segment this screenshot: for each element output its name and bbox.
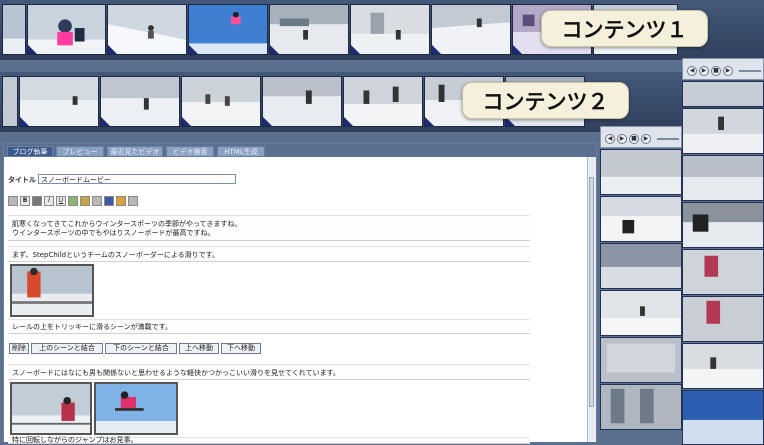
strip1-thumb-3[interactable]: [107, 4, 187, 55]
related-video-column: ◀ ▶ ■ ▶ ◀ ▶ ■ ▶: [600, 0, 764, 445]
tab-recent-videos[interactable]: 最近見たビデオ: [107, 146, 163, 157]
tab-blog-writing[interactable]: ブログ執筆: [7, 146, 53, 157]
side-thumb-11[interactable]: [682, 249, 764, 295]
video-player-controls-2: ◀ ▶ ■ ▶: [682, 58, 764, 80]
strip2-thumb-6[interactable]: [343, 76, 423, 127]
play-icon[interactable]: ▶: [699, 66, 709, 76]
strip1-thumb-4[interactable]: [188, 4, 268, 55]
paragraph-3: スノーボードにはなにも男も関係ないと思わせるような軽快かつかっこいい滑りを見せて…: [12, 369, 340, 377]
scene-image-1[interactable]: [10, 264, 94, 317]
forward-icon[interactable]: ▶: [641, 134, 651, 144]
stop-icon[interactable]: ■: [711, 66, 721, 76]
strip1-thumb-6[interactable]: [350, 4, 430, 55]
paragraph-2: まず、StepChildというチームのスノーボーダーによる滑りです。: [12, 251, 219, 259]
side-thumb-7[interactable]: [682, 81, 764, 107]
toolbar-spacer-icon: [8, 196, 18, 206]
move-down-button[interactable]: 下へ移動: [221, 343, 261, 354]
clip-icon[interactable]: [116, 196, 126, 206]
delete-button[interactable]: 削除: [9, 343, 29, 354]
play-icon[interactable]: ▶: [617, 134, 627, 144]
side-thumb-13[interactable]: [682, 343, 764, 389]
stop-icon[interactable]: ■: [629, 134, 639, 144]
side-thumb-5[interactable]: [600, 337, 682, 383]
italic-icon[interactable]: I: [44, 196, 54, 206]
strip1-thumb-5[interactable]: [269, 4, 349, 55]
save-icon[interactable]: [104, 196, 114, 206]
toolbar-spacer-icon: [92, 196, 102, 206]
strip1-thumb-7[interactable]: [431, 4, 511, 55]
scene-image-2[interactable]: [10, 382, 92, 435]
strip2-thumb-3[interactable]: [100, 76, 180, 127]
side-thumb-1[interactable]: [600, 149, 682, 195]
rewind-icon[interactable]: ◀: [605, 134, 615, 144]
strip2-thumb-2[interactable]: [19, 76, 99, 127]
strip2-thumb-4[interactable]: [181, 76, 261, 127]
strip2-thumb-1[interactable]: [2, 76, 18, 127]
link-icon[interactable]: [68, 196, 78, 206]
merge-up-button[interactable]: 上のシーンと結合: [31, 343, 103, 354]
merge-down-button[interactable]: 下のシーンと結合: [105, 343, 177, 354]
paragraph-1-line-2: ウインタースポーツの中でもやはりスノーボードが最高ですね。: [12, 229, 215, 237]
font-size-icon[interactable]: [32, 196, 42, 206]
side-thumb-10[interactable]: [682, 202, 764, 248]
move-up-button[interactable]: 上へ移動: [179, 343, 219, 354]
forward-icon[interactable]: ▶: [723, 66, 733, 76]
strip2-thumb-5[interactable]: [262, 76, 342, 127]
side-thumb-14[interactable]: [682, 390, 764, 445]
side-thumb-4[interactable]: [600, 290, 682, 336]
blog-editor: ブログ執筆 プレビュー 最近見たビデオ ビデオ検索 HTML生成 タイトル スノ…: [3, 143, 597, 444]
editor-tab-bar: ブログ執筆 プレビュー 最近見たビデオ ビデオ検索 HTML生成: [4, 144, 596, 157]
side-thumb-6[interactable]: [600, 384, 682, 430]
toolbar-spacer-icon: [128, 196, 138, 206]
title-label: タイトル: [8, 176, 36, 184]
video-player-controls: ◀ ▶ ■ ▶: [600, 126, 682, 148]
side-thumb-3[interactable]: [600, 243, 682, 289]
bold-icon[interactable]: B: [20, 196, 30, 206]
tab-html-generate[interactable]: HTML生成: [217, 146, 265, 157]
rewind-icon[interactable]: ◀: [687, 66, 697, 76]
editor-scrollbar-thumb[interactable]: [589, 177, 594, 407]
editor-scrollbar[interactable]: [587, 157, 596, 442]
caption-1: レールの上をトリッキーに滑るシーンが満載です。: [12, 323, 172, 331]
tab-preview[interactable]: プレビュー: [56, 146, 104, 157]
tab-video-search[interactable]: ビデオ検索: [166, 146, 214, 157]
side-thumb-9[interactable]: [682, 155, 764, 201]
side-thumb-2[interactable]: [600, 196, 682, 242]
side-thumb-8[interactable]: [682, 108, 764, 154]
title-input[interactable]: スノーボードムービー: [38, 174, 236, 184]
scene-image-3[interactable]: [94, 382, 178, 435]
image-icon[interactable]: [80, 196, 90, 206]
strip1-thumb-1[interactable]: [2, 4, 26, 55]
caption-2: 特に回転しながらのジャンプはお見事。: [12, 436, 138, 444]
strip1-thumb-2[interactable]: [27, 4, 106, 55]
underline-icon[interactable]: U: [56, 196, 66, 206]
editor-panel: タイトル スノーボードムービー B I U 肌寒くなってきてこれからウインタース…: [4, 157, 591, 444]
side-thumb-12[interactable]: [682, 296, 764, 342]
